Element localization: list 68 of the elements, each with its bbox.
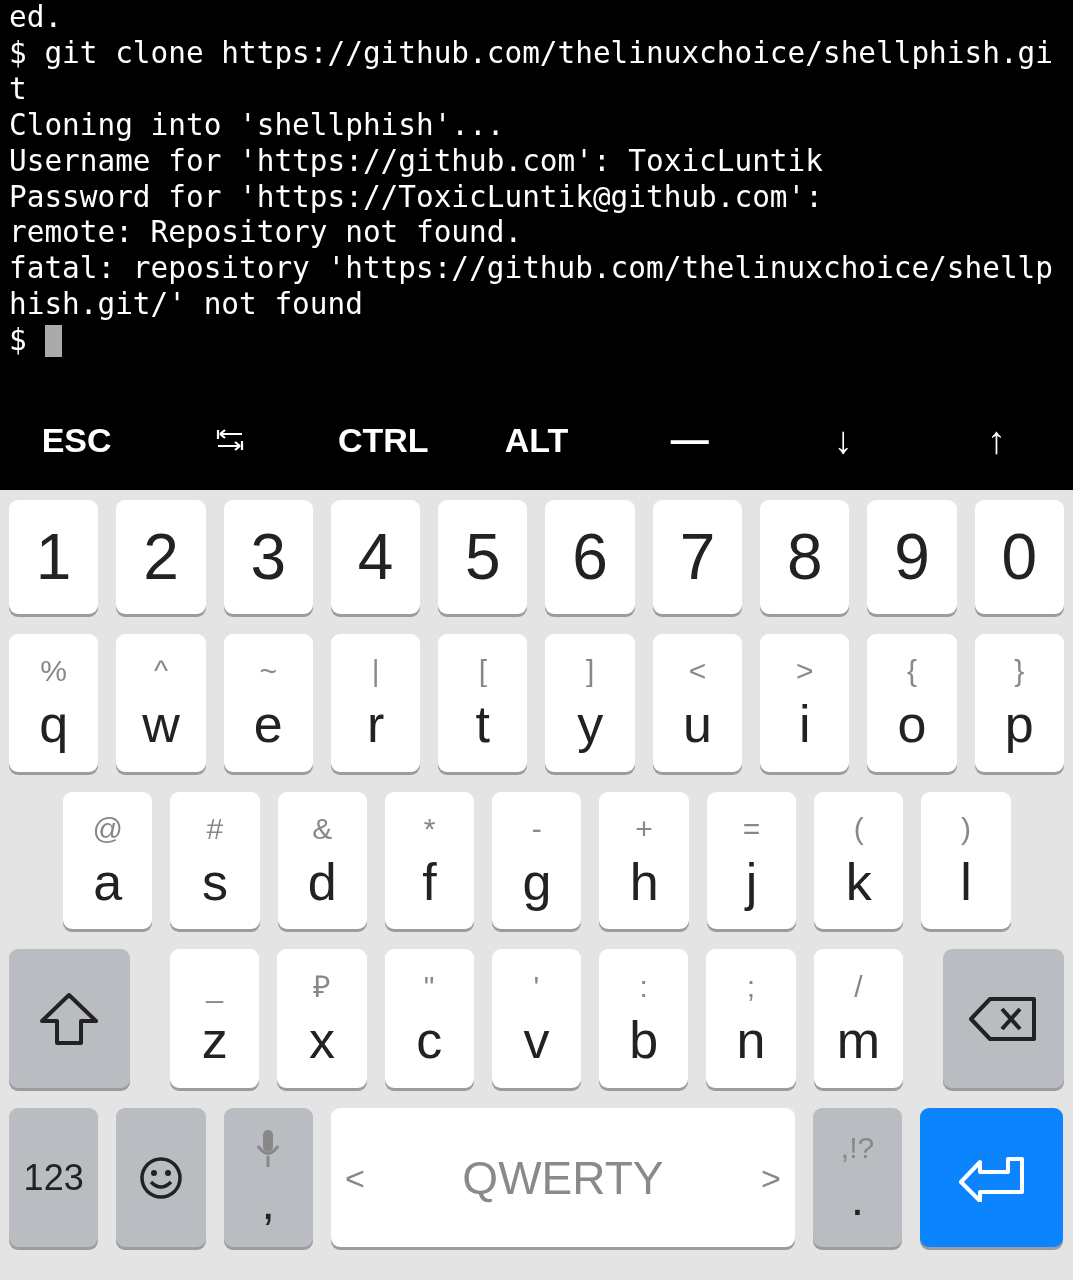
keyboard-key[interactable]: } p: [974, 634, 1064, 772]
extra-key[interactable]: CTRL: [306, 420, 460, 460]
keyboard-key[interactable]: 5: [438, 500, 528, 614]
keyboard-key[interactable]: { o: [867, 634, 957, 772]
enter-key[interactable]: [920, 1108, 1064, 1247]
terminal-line: fatal: repository 'https://github.com/thelinuxchoice/shellp: [9, 251, 1053, 288]
terminal-prompt: $: [9, 323, 27, 360]
keyboard-key[interactable]: [ t: [438, 634, 528, 772]
keyboard-key[interactable]: % q: [9, 634, 99, 772]
keyboard-key[interactable]: ~ e: [223, 634, 313, 772]
microphone-icon: [255, 1128, 282, 1169]
keyboard-key[interactable]: > i: [760, 634, 850, 772]
keyboard-key[interactable]: & d: [277, 792, 367, 929]
keyboard-key[interactable]: - g: [492, 792, 582, 929]
keyboard-key[interactable]: ' v: [491, 949, 582, 1088]
keyboard-key[interactable]: 7: [652, 500, 743, 614]
shift-icon: [38, 990, 101, 1047]
keyboard-key[interactable]: " c: [384, 949, 474, 1088]
extra-key[interactable]: ↑: [919, 418, 1073, 462]
terminal-line: remote: Repository not found.: [9, 215, 523, 252]
keyboard-key[interactable]: ( k: [814, 792, 904, 929]
terminal-line: t: [9, 71, 27, 108]
terminal-line: hish.git/' not found: [9, 287, 363, 324]
keyboard-key[interactable]: / m: [813, 949, 903, 1088]
backspace-icon: [968, 995, 1039, 1042]
keyboard-key[interactable]: ] y: [545, 634, 635, 772]
cursor-block: [44, 325, 62, 358]
period-key[interactable]: ,!? .: [812, 1108, 903, 1247]
comma-key[interactable]: ,: [223, 1108, 313, 1247]
keyboard-key[interactable]: ) l: [921, 792, 1011, 929]
keyboard-key[interactable]: 0: [974, 500, 1064, 614]
right-chevron: >: [761, 1158, 781, 1197]
left-chevron: <: [344, 1158, 365, 1197]
extra-key[interactable]: ↓: [766, 418, 920, 462]
keyboard-key[interactable]: + h: [599, 792, 689, 929]
terminal-line: Password for 'https://ToxicLuntik@github.com':: [9, 179, 823, 216]
keyboard-key[interactable]: | r: [330, 634, 421, 772]
keyboard-key[interactable]: 2: [116, 500, 206, 614]
terminal-line: Cloning into 'shellphish'...: [9, 107, 505, 144]
keyboard-key[interactable]: = j: [706, 792, 797, 929]
extra-key[interactable]: ESC: [0, 420, 154, 460]
keyboard-key[interactable]: 9: [867, 500, 957, 614]
keyboard-key[interactable]: 6: [545, 500, 635, 614]
keyboard-key[interactable]: ₽ x: [277, 949, 367, 1088]
shift-key[interactable]: [9, 949, 130, 1088]
keyboard-key[interactable]: 1: [9, 500, 99, 614]
emoji-key[interactable]: [116, 1108, 206, 1247]
keyboard-key[interactable]: @ a: [63, 792, 153, 929]
keyboard-key[interactable]: ; n: [706, 949, 796, 1088]
extra-key[interactable]: ALT: [459, 420, 614, 460]
keyboard-key[interactable]: : b: [599, 949, 689, 1088]
terminal-line: $ git clone https://github.com/thelinuxchoice/shellphish.gi: [9, 35, 1053, 72]
keyboard-key[interactable]: 3: [223, 500, 313, 614]
terminal-line: ed.: [9, 0, 63, 36]
keyboard-key[interactable]: _ z: [170, 949, 260, 1088]
keyboard-key[interactable]: # s: [170, 792, 260, 929]
smiley-icon: [138, 1155, 183, 1200]
keyboard-key[interactable]: 4: [330, 500, 421, 614]
keyboard-key[interactable]: ^ w: [116, 634, 206, 772]
symbols-key[interactable]: 123: [9, 1108, 99, 1247]
backspace-key[interactable]: [942, 949, 1064, 1088]
keyboard-key[interactable]: < u: [652, 634, 743, 772]
terminal-line: Username for 'https://github.com': ToxicLuntik: [9, 143, 823, 180]
extra-key[interactable]: —: [613, 418, 767, 462]
keyboard-key[interactable]: 8: [760, 500, 850, 614]
space-key[interactable]: < QWERTY >: [330, 1108, 795, 1247]
tab-icon: [215, 428, 244, 452]
keyboard-key[interactable]: * f: [384, 792, 475, 929]
